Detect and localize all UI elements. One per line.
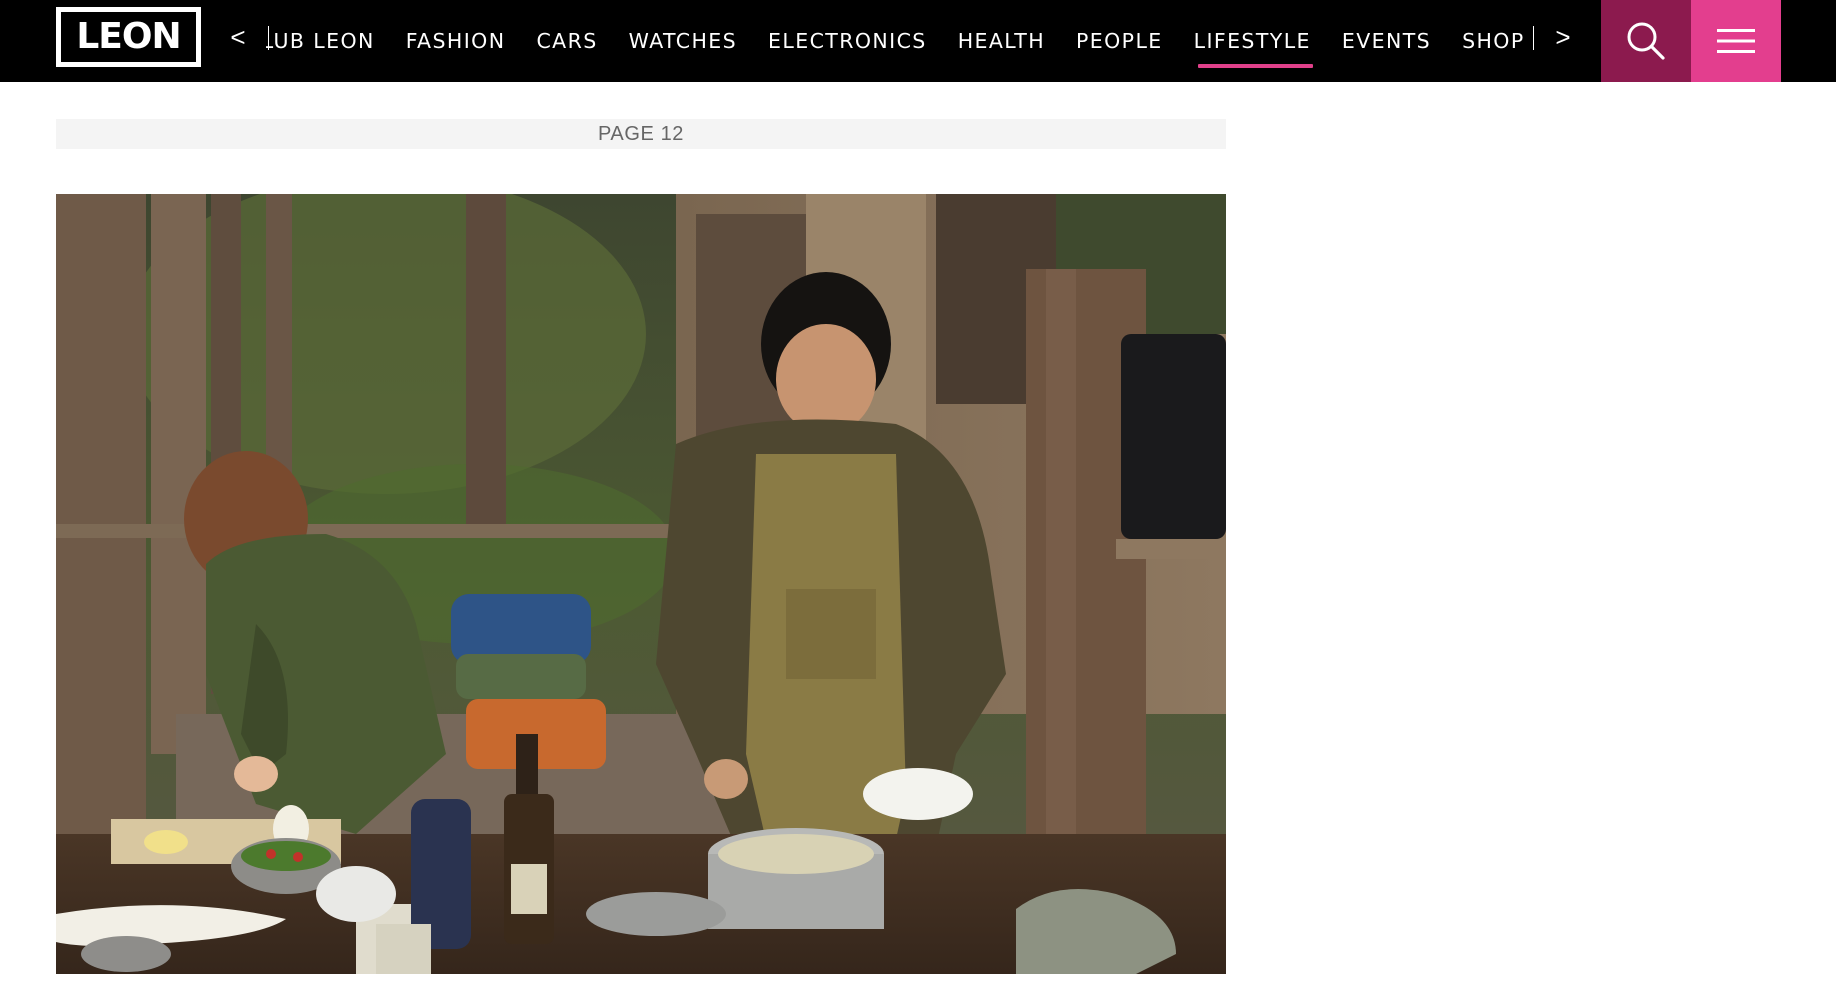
nav-item-shop[interactable]: SHOP: [1462, 0, 1525, 82]
nav-item-people[interactable]: PEOPLE: [1076, 0, 1163, 82]
leon-logo[interactable]: LEON: [56, 7, 201, 67]
nav-item-club-leon[interactable]: CLUB LEON: [266, 0, 375, 82]
hamburger-menu-icon: [1717, 29, 1755, 53]
nav-right-edge-divider: [1533, 26, 1534, 50]
top-nav-bar: LEON < CLUB LEON FASHION CARS WATCHES EL…: [0, 0, 1836, 82]
page-number-label: PAGE 12: [56, 119, 1226, 149]
search-button[interactable]: [1601, 0, 1691, 82]
nav-item-events[interactable]: EVENTS: [1342, 0, 1431, 82]
search-icon: [1627, 22, 1665, 60]
logo-box: LEON: [61, 12, 196, 62]
camping-cooking-photo: [56, 194, 1226, 974]
nav-item-fashion[interactable]: FASHION: [406, 0, 506, 82]
article-photo: [56, 194, 1226, 974]
nav-item-health[interactable]: HEALTH: [958, 0, 1045, 82]
nav-item-electronics[interactable]: ELECTRONICS: [768, 0, 927, 82]
nav-next-arrow[interactable]: >: [1551, 20, 1575, 54]
nav-item-lifestyle[interactable]: LIFESTYLE: [1194, 0, 1314, 82]
nav-left-edge-divider: [268, 26, 269, 50]
menu-button[interactable]: [1691, 0, 1781, 82]
nav-prev-arrow[interactable]: <: [226, 20, 250, 54]
nav-item-cars[interactable]: CARS: [536, 0, 597, 82]
category-nav-track: CLUB LEON FASHION CARS WATCHES ELECTRONI…: [266, 0, 1536, 82]
nav-item-watches[interactable]: WATCHES: [629, 0, 737, 82]
category-nav: CLUB LEON FASHION CARS WATCHES ELECTRONI…: [266, 0, 1536, 82]
logo-text: LEON: [76, 16, 181, 57]
